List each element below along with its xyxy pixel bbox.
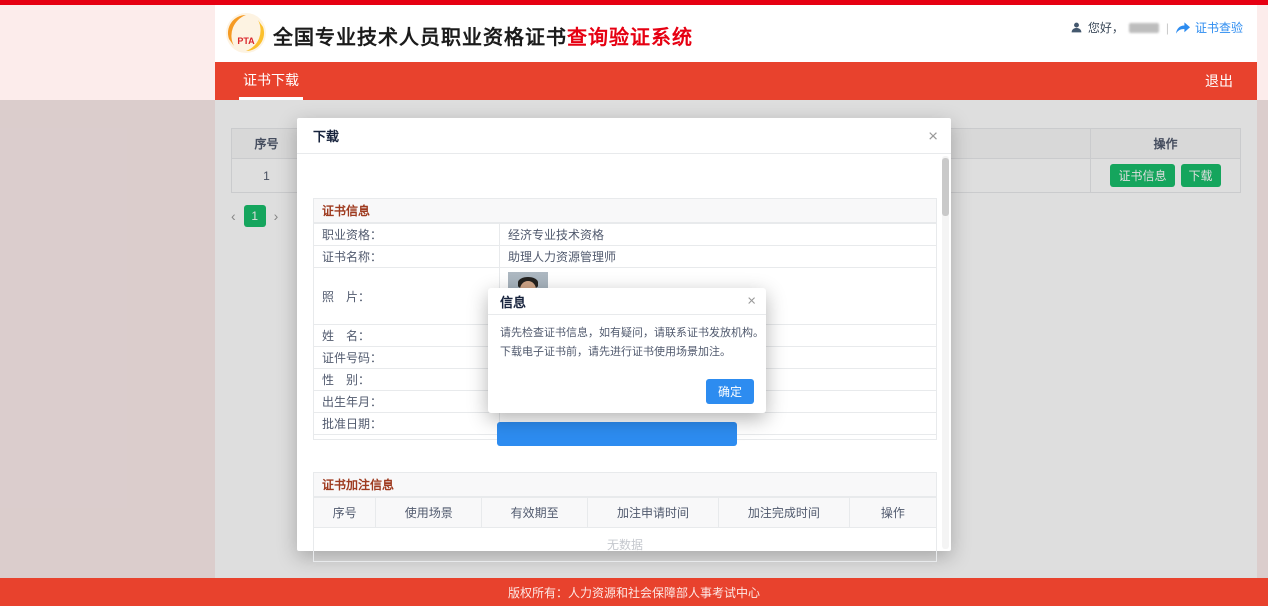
annotation-section-title: 证书加注信息 (313, 472, 937, 497)
info-modal-header: 信息 × (488, 288, 766, 315)
person-icon (1070, 21, 1083, 34)
page: PTA 全国专业技术人员职业资格证书查询验证系统 您好， | 证书查验 证书下载 (0, 0, 1268, 606)
cert-label: 证书名称： (314, 246, 500, 268)
page-footer: 版权所有：人力资源和社会保障部人事考试中心 (0, 578, 1268, 606)
site-title: 全国专业技术人员职业资格证书查询验证系统 (273, 21, 693, 50)
no-data-text: 无数据 (314, 528, 937, 562)
cert-label: 证件号码： (314, 347, 500, 369)
cert-label: 姓 名： (314, 325, 500, 347)
download-modal-title: 下载 (313, 126, 339, 145)
annotation-empty-row: 无数据 (314, 528, 937, 562)
cert-row-qualification: 职业资格： 经济专业技术资格 (314, 224, 937, 246)
site-title-main: 全国专业技术人员职业资格证书 (273, 27, 567, 49)
cert-value: 助理人力资源管理师 (500, 246, 937, 268)
cert-label: 职业资格： (314, 224, 500, 246)
certificate-info-section-title: 证书信息 (313, 198, 937, 223)
annotation-col-index: 序号 (314, 498, 376, 528)
greeting-text: 您好， (1088, 19, 1124, 36)
cert-label (314, 435, 500, 440)
share-arrow-icon (1176, 22, 1190, 34)
nav-bar: 证书下载 退出 (215, 62, 1257, 100)
info-line-2: 下载电子证书前，请先进行证书使用场景加注。 (500, 343, 754, 362)
annotation-col-scene: 使用场景 (376, 498, 482, 528)
annotation-col-action: 操作 (849, 498, 936, 528)
annotation-header-row: 序号 使用场景 有效期至 加注申请时间 加注完成时间 操作 (314, 498, 937, 528)
cert-value: 经济专业技术资格 (500, 224, 937, 246)
header-divider: | (1166, 21, 1169, 35)
redacted-user-name (1129, 23, 1159, 33)
cert-label: 照 片： (314, 268, 500, 325)
annotation-col-valid-until: 有效期至 (482, 498, 588, 528)
annotation-col-complete-time: 加注完成时间 (718, 498, 849, 528)
annotation-col-apply-time: 加注申请时间 (588, 498, 719, 528)
download-modal-close-icon[interactable]: × (928, 127, 938, 144)
cert-label: 出生年月： (314, 391, 500, 413)
cert-label: 批准日期： (314, 413, 500, 435)
cert-label: 性 别： (314, 369, 500, 391)
pta-logo-icon: PTA (225, 12, 267, 54)
info-line-1: 请先检查证书信息，如有疑问，请联系证书发放机构。 (500, 324, 754, 343)
user-area: 您好， | 证书查验 (1070, 19, 1243, 36)
copyright-text: 版权所有：人力资源和社会保障部人事考试中心 (508, 584, 760, 601)
cert-row-name: 证书名称： 助理人力资源管理师 (314, 246, 937, 268)
tab-certificate-download[interactable]: 证书下载 (239, 62, 303, 100)
svg-text:PTA: PTA (237, 36, 255, 46)
site-header: PTA 全国专业技术人员职业资格证书查询验证系统 您好， | 证书查验 (215, 5, 1257, 62)
annotation-table: 序号 使用场景 有效期至 加注申请时间 加注完成时间 操作 无数据 (313, 497, 937, 562)
site-title-accent: 查询验证系统 (567, 27, 693, 49)
logout-button[interactable]: 退出 (1205, 71, 1233, 91)
info-modal-body: 请先检查证书信息，如有疑问，请联系证书发放机构。 下载电子证书前，请先进行证书使… (488, 315, 766, 361)
download-modal-header: 下载 × (297, 118, 951, 154)
confirm-button[interactable]: 确定 (706, 379, 754, 404)
info-modal: 信息 × 请先检查证书信息，如有疑问，请联系证书发放机构。 下载电子证书前，请先… (488, 288, 766, 413)
info-modal-title: 信息 (500, 292, 526, 311)
certificate-verify-link[interactable]: 证书查验 (1195, 19, 1243, 36)
apply-annotation-button[interactable] (497, 422, 737, 446)
info-modal-close-icon[interactable]: × (747, 294, 756, 309)
